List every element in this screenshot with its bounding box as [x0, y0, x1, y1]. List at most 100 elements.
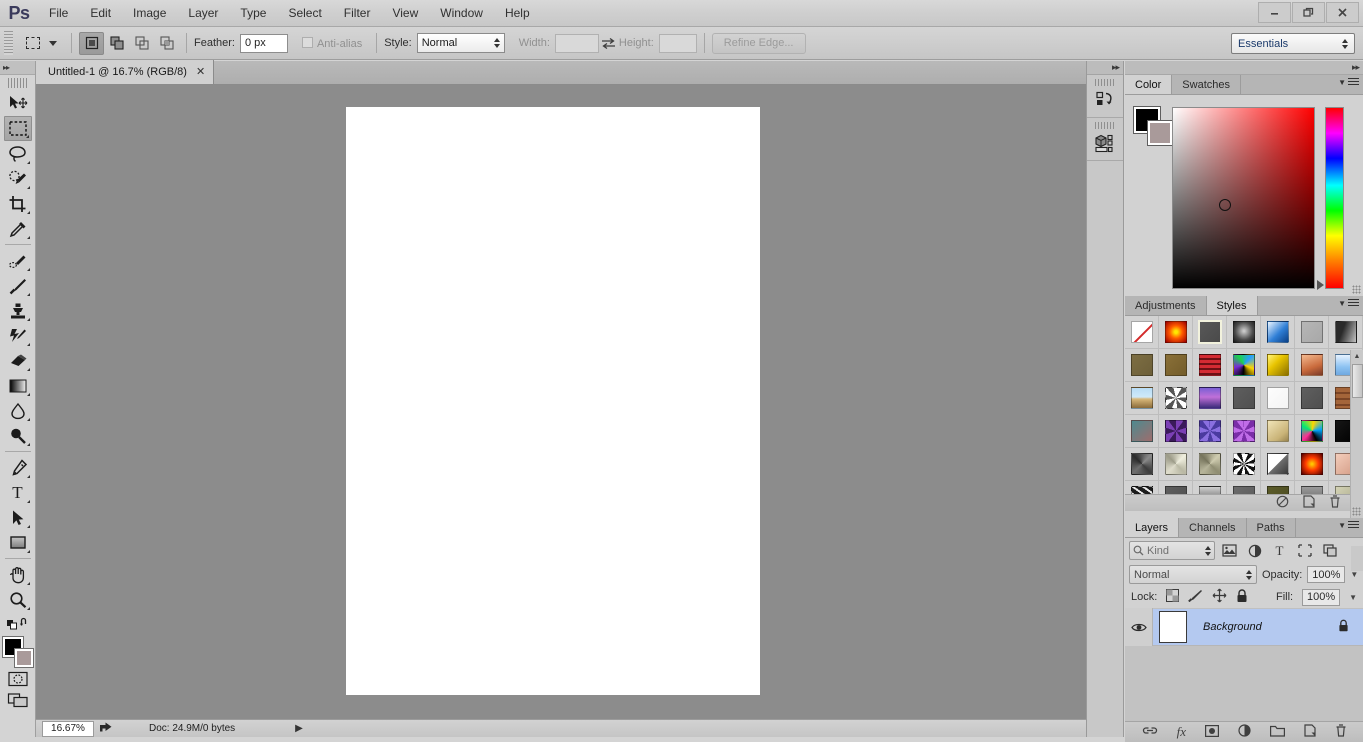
style-swatch-cell[interactable] [1261, 481, 1295, 494]
style-swatch-cell[interactable] [1227, 382, 1261, 415]
menu-layer[interactable]: Layer [177, 0, 229, 27]
restore-button[interactable] [1292, 2, 1325, 23]
style-swatch-default-none[interactable] [1130, 321, 1153, 343]
color-picker-marker[interactable] [1219, 199, 1231, 211]
layer-name[interactable]: Background [1203, 621, 1262, 633]
layers-empty-area[interactable] [1125, 646, 1363, 721]
hue-slider-marker[interactable] [1317, 280, 1324, 290]
tab-swatches[interactable]: Swatches [1172, 75, 1241, 94]
tab-color[interactable]: Color [1125, 75, 1173, 94]
canvas-area[interactable] [36, 85, 1086, 719]
style-swatch-cell[interactable] [1125, 316, 1159, 349]
style-swatch-cell[interactable] [1159, 382, 1193, 415]
menu-type[interactable]: Type [229, 0, 277, 27]
current-tool-icon[interactable] [19, 31, 46, 55]
style-swatch-sunset-sky[interactable] [1164, 321, 1187, 343]
anti-alias-checkbox[interactable] [301, 36, 313, 48]
options-bar-grip[interactable] [4, 31, 13, 55]
menu-select[interactable]: Select [277, 0, 332, 27]
style-swatch-white-corner-fold[interactable] [1266, 453, 1289, 475]
filter-pixel-layers-icon[interactable] [1219, 541, 1240, 560]
style-swatch-dark-metal[interactable] [1232, 321, 1255, 343]
style-swatch-white-outline[interactable] [1266, 387, 1289, 409]
minimize-button[interactable] [1258, 2, 1291, 23]
style-swatch-white-ring-gray[interactable] [1164, 486, 1187, 494]
style-swatch-prism-color[interactable] [1300, 420, 1323, 442]
tab-channels[interactable]: Channels [1179, 518, 1247, 537]
clear-style-button[interactable] [1276, 495, 1289, 511]
style-swatch-cell[interactable] [1159, 415, 1193, 448]
default-colors-icon[interactable] [6, 616, 30, 630]
lock-all-icon[interactable] [1236, 588, 1248, 606]
close-icon[interactable]: ✕ [196, 66, 205, 78]
menu-filter[interactable]: Filter [333, 0, 382, 27]
style-swatch-cell[interactable] [1159, 316, 1193, 349]
menu-window[interactable]: Window [429, 0, 494, 27]
eyedropper-tool[interactable] [4, 216, 32, 241]
tools-panel-grip[interactable] [7, 78, 28, 88]
panel-dock-header[interactable]: ▸▸ [1125, 61, 1363, 75]
color-panel-menu-button[interactable]: ▼ [1338, 78, 1359, 87]
style-swatch-cell[interactable] [1125, 415, 1159, 448]
share-icon[interactable] [99, 721, 113, 736]
zoom-tool[interactable] [4, 587, 32, 612]
add-to-selection-button[interactable] [104, 32, 129, 55]
style-swatch-marble-dark[interactable] [1130, 486, 1153, 494]
eraser-tool[interactable] [4, 348, 32, 373]
opacity-input[interactable]: 100% [1307, 566, 1346, 583]
swap-dimensions-icon[interactable] [599, 33, 619, 53]
style-swatch-blue-glass[interactable] [1266, 321, 1289, 343]
tool-preset-chevron-down-icon[interactable] [49, 40, 57, 46]
pen-tool[interactable] [4, 455, 32, 480]
style-swatch-red-glow[interactable] [1300, 453, 1323, 475]
scrollbar-thumb[interactable] [1352, 364, 1363, 398]
refine-edge-button[interactable]: Refine Edge... [711, 32, 806, 54]
style-swatch-yellow-bevel[interactable] [1266, 354, 1289, 376]
style-swatch-sand-bevel[interactable] [1266, 420, 1289, 442]
lasso-tool[interactable] [4, 141, 32, 166]
layers-panel-menu-button[interactable]: ▼ [1338, 521, 1359, 530]
menu-edit[interactable]: Edit [79, 0, 122, 27]
fill-input[interactable]: 100% [1302, 588, 1341, 606]
style-swatch-rainbow-abstract[interactable] [1232, 354, 1255, 376]
layer-row[interactable]: Background [1125, 608, 1363, 646]
style-swatch-cell[interactable] [1193, 382, 1227, 415]
style-swatch-steel-gray[interactable] [1300, 486, 1323, 494]
style-swatch-cell[interactable] [1125, 349, 1159, 382]
intersect-with-selection-button[interactable] [154, 32, 179, 55]
background-color-swatch[interactable] [1148, 121, 1172, 145]
clone-stamp-tool[interactable] [4, 298, 32, 323]
style-swatch-cell[interactable] [1295, 382, 1329, 415]
style-swatch-khaki-bevel[interactable] [1198, 453, 1221, 475]
tools-panel-header[interactable]: ▸▸ [0, 61, 35, 75]
style-swatch-cell[interactable] [1261, 316, 1295, 349]
style-swatch-gray-pyramid[interactable] [1130, 453, 1153, 475]
layer-style-button[interactable]: fx [1177, 724, 1186, 740]
menu-view[interactable]: View [381, 0, 429, 27]
delete-style-button[interactable] [1329, 495, 1341, 511]
color-picker-field[interactable] [1172, 107, 1315, 289]
expand-panels-icon[interactable]: ▸▸ [1352, 62, 1360, 73]
quick-mask-mode-button[interactable] [5, 669, 31, 689]
styles-grid[interactable] [1125, 316, 1363, 494]
fill-chevron-down-icon[interactable]: ▼ [1349, 593, 1357, 602]
style-swatch-blue-violet-tex[interactable] [1198, 420, 1221, 442]
hue-slider[interactable] [1325, 107, 1344, 289]
style-swatch-cell[interactable] [1159, 349, 1193, 382]
lock-transparent-pixels-icon[interactable] [1166, 589, 1180, 605]
delete-layer-button[interactable] [1335, 724, 1347, 740]
new-fill-adjustment-button[interactable] [1238, 724, 1251, 740]
style-swatch-cell[interactable] [1295, 316, 1329, 349]
styles-panel-menu-button[interactable]: ▼ [1338, 299, 1359, 308]
style-swatch-beach-scene[interactable] [1130, 387, 1153, 409]
style-swatch-dark-fade[interactable] [1334, 321, 1357, 343]
document-canvas[interactable] [346, 107, 760, 695]
style-swatch-olive-brown[interactable] [1130, 354, 1153, 376]
tab-styles[interactable]: Styles [1206, 296, 1258, 315]
filter-smart-objects-icon[interactable] [1319, 541, 1340, 560]
style-swatch-cell[interactable] [1261, 415, 1295, 448]
collapse-panels-icon[interactable]: ▸▸ [1112, 62, 1120, 73]
filter-adjustment-layers-icon[interactable] [1244, 541, 1265, 560]
style-swatch-teal-rose[interactable] [1130, 420, 1153, 442]
width-input[interactable] [554, 33, 599, 53]
